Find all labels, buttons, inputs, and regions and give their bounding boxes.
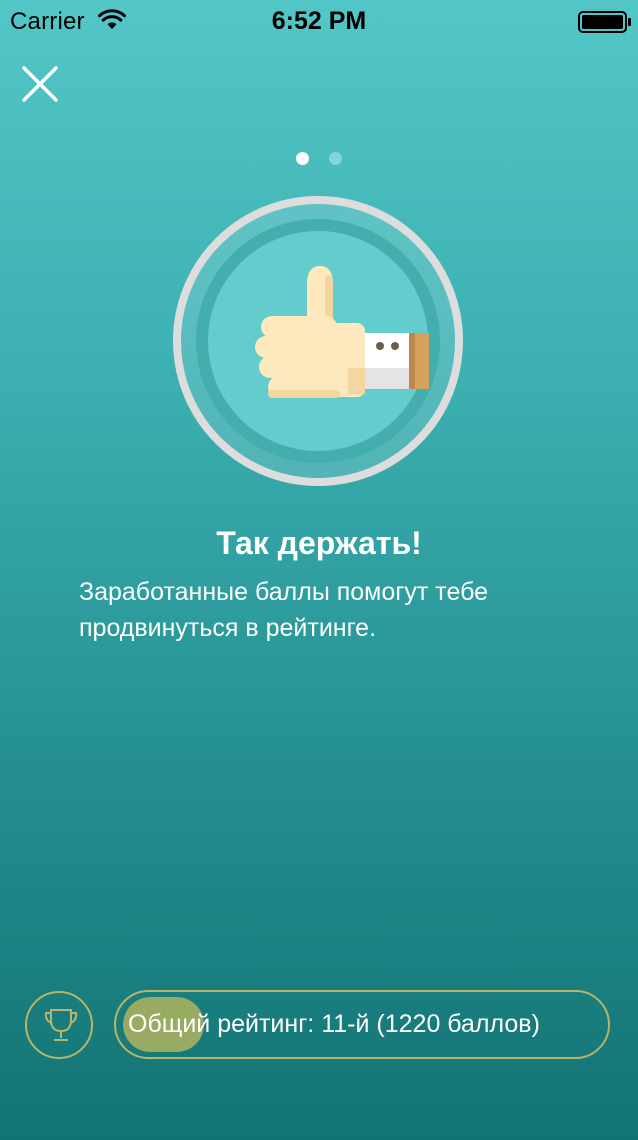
- page-title: Так держать!: [216, 525, 422, 561]
- close-button[interactable]: [16, 60, 64, 108]
- page-dot-2[interactable]: [329, 152, 342, 165]
- page-indicator[interactable]: [0, 152, 638, 165]
- thumbs-up-badge: [173, 196, 463, 486]
- overall-rating-label: Общий рейтинг: 11-й (1220 баллов): [128, 1010, 540, 1038]
- thumbs-up-icon: [173, 196, 463, 486]
- points-earned-screen: Carrier 6:52 PM Так держать! Заработанны…: [0, 0, 638, 1140]
- page-dot-1[interactable]: [296, 152, 309, 165]
- page-description: Заработанные баллы помогут тебе продвину…: [79, 578, 489, 642]
- trophy-button[interactable]: [25, 991, 93, 1059]
- trophy-icon: [44, 1009, 78, 1041]
- status-time: 6:52 PM: [271, 7, 367, 35]
- battery-full-icon: [578, 11, 632, 33]
- status-bar: Carrier 6:52 PM: [0, 0, 638, 44]
- overall-rating-progress[interactable]: Общий рейтинг: 11-й (1220 баллов): [114, 990, 610, 1059]
- close-icon: [22, 66, 58, 102]
